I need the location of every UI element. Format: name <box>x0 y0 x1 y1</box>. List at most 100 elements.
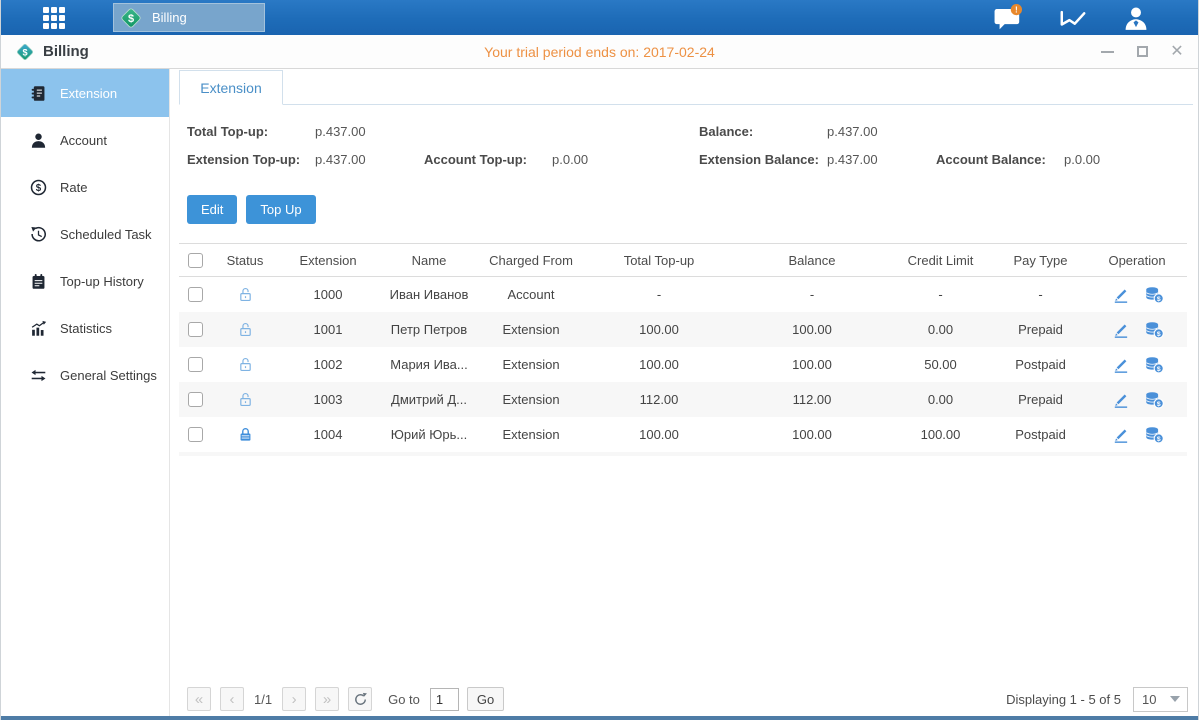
prev-page-button[interactable]: ‹ <box>220 687 244 711</box>
sidebar-item-rate[interactable]: $ Rate <box>1 164 169 211</box>
topup-icon[interactable]: $ <box>1144 355 1164 374</box>
topup-icon[interactable]: $ <box>1144 390 1164 409</box>
sidebar-item-label: General Settings <box>60 368 157 383</box>
topup-history-icon <box>30 273 47 290</box>
goto-page-input[interactable] <box>430 688 459 711</box>
sidebar-item-topup-history[interactable]: Top-up History <box>1 258 169 305</box>
cell-balance: 112.00 <box>737 392 887 407</box>
cell-balance: 100.00 <box>737 357 887 372</box>
sidebar-item-label: Scheduled Task <box>60 227 152 242</box>
cell-pay-type: Prepaid <box>994 322 1087 337</box>
summary-value: p.437.00 <box>827 124 878 139</box>
refresh-button[interactable] <box>348 687 372 711</box>
tab-extension[interactable]: Extension <box>179 70 283 105</box>
messages-icon[interactable]: ! <box>992 4 1024 32</box>
select-all-checkbox[interactable] <box>188 253 203 268</box>
close-button[interactable]: ✕ <box>1170 45 1184 59</box>
edit-icon[interactable] <box>1111 355 1130 374</box>
topup-icon[interactable]: $ <box>1144 285 1164 304</box>
cell-credit-limit: 50.00 <box>887 357 994 372</box>
column-header: Charged From <box>481 253 581 268</box>
prev-page-icon: ‹ <box>230 691 235 708</box>
svg-text:$: $ <box>22 47 27 57</box>
cell-charged-from: Extension <box>481 322 581 337</box>
sidebar-item-label: Top-up History <box>60 274 144 289</box>
table-row: 1003 Дмитрий Д... Extension 112.00 112.0… <box>179 382 1187 417</box>
maximize-icon <box>1137 46 1148 57</box>
sidebar-item-label: Account <box>60 133 107 148</box>
sidebar: Extension Account $ Rate <box>1 69 170 716</box>
table-bottom-strip <box>179 452 1187 456</box>
cell-extension: 1002 <box>279 357 377 372</box>
lock-icon <box>237 426 254 443</box>
row-checkbox[interactable] <box>188 392 203 407</box>
unlock-icon <box>237 356 254 373</box>
svg-text:$: $ <box>1156 296 1160 303</box>
unlock-icon <box>237 286 254 303</box>
edit-icon[interactable] <box>1111 425 1130 444</box>
unlock-icon <box>237 321 254 338</box>
summary-value: p.437.00 <box>827 152 878 167</box>
cell-charged-from: Extension <box>481 392 581 407</box>
column-header: Name <box>377 253 481 268</box>
reports-icon[interactable] <box>1058 5 1088 31</box>
column-header: Operation <box>1087 253 1187 268</box>
column-header: Pay Type <box>994 253 1087 268</box>
summary-label: Extension Balance: <box>699 152 827 167</box>
cell-total-topup: 112.00 <box>581 392 737 407</box>
cell-total-topup: 100.00 <box>581 357 737 372</box>
topup-icon[interactable]: $ <box>1144 320 1164 339</box>
edit-icon[interactable] <box>1111 285 1130 304</box>
edit-icon[interactable] <box>1111 390 1130 409</box>
sidebar-item-label: Statistics <box>60 321 112 336</box>
sidebar-item-extension[interactable]: Extension <box>1 69 169 117</box>
edit-button[interactable]: Edit <box>187 195 237 224</box>
billing-app-window: $ Billing ! <box>0 0 1199 720</box>
go-button[interactable]: Go <box>467 687 504 711</box>
cell-extension: 1004 <box>279 427 377 442</box>
sidebar-item-scheduled-task[interactable]: Scheduled Task <box>1 211 169 258</box>
cell-pay-type: Postpaid <box>994 427 1087 442</box>
user-icon[interactable] <box>1122 5 1150 31</box>
sidebar-item-statistics[interactable]: Statistics <box>1 305 169 352</box>
table-row: 1001 Петр Петров Extension 100.00 100.00… <box>179 312 1187 347</box>
extension-table: Status Extension Name Charged From Total… <box>179 243 1187 456</box>
topup-icon[interactable]: $ <box>1144 425 1164 444</box>
cell-extension: 1001 <box>279 322 377 337</box>
unlock-icon <box>237 391 254 408</box>
maximize-button[interactable] <box>1135 45 1149 59</box>
column-header: Status <box>211 253 279 268</box>
top-up-button[interactable]: Top Up <box>246 195 315 224</box>
billing-app-icon: $ <box>119 6 143 30</box>
row-checkbox[interactable] <box>188 427 203 442</box>
summary-label: Account Top-up: <box>424 152 552 167</box>
row-checkbox[interactable] <box>188 357 203 372</box>
sidebar-item-account[interactable]: Account <box>1 117 169 164</box>
page-size-select[interactable]: 10 <box>1133 687 1188 712</box>
displaying-info: Displaying 1 - 5 of 5 <box>1006 692 1121 707</box>
next-page-button[interactable]: › <box>282 687 306 711</box>
taskbar-tab-billing[interactable]: $ Billing <box>113 3 265 32</box>
svg-text:$: $ <box>1156 366 1160 373</box>
cell-total-topup: 100.00 <box>581 322 737 337</box>
row-checkbox[interactable] <box>188 287 203 302</box>
main-content: Extension Total Top-up: p.437.00 Balance… <box>170 69 1198 716</box>
row-checkbox[interactable] <box>188 322 203 337</box>
table-header: Status Extension Name Charged From Total… <box>179 243 1187 277</box>
cell-name: Дмитрий Д... <box>377 392 481 407</box>
cell-credit-limit: 0.00 <box>887 322 994 337</box>
first-page-button[interactable]: « <box>187 687 211 711</box>
cell-extension: 1003 <box>279 392 377 407</box>
edit-icon[interactable] <box>1111 320 1130 339</box>
page-indicator: 1/1 <box>254 692 272 707</box>
cell-name: Петр Петров <box>377 322 481 337</box>
minimize-button[interactable] <box>1100 45 1114 59</box>
sidebar-item-label: Rate <box>60 180 87 195</box>
sidebar-item-general-settings[interactable]: General Settings <box>1 352 169 399</box>
goto-label: Go to <box>388 692 420 707</box>
cell-charged-from: Account <box>481 287 581 302</box>
cell-name: Мария Ива... <box>377 357 481 372</box>
app-launcher-icon[interactable] <box>39 3 69 33</box>
summary-label: Account Balance: <box>936 152 1064 167</box>
last-page-button[interactable]: » <box>315 687 339 711</box>
